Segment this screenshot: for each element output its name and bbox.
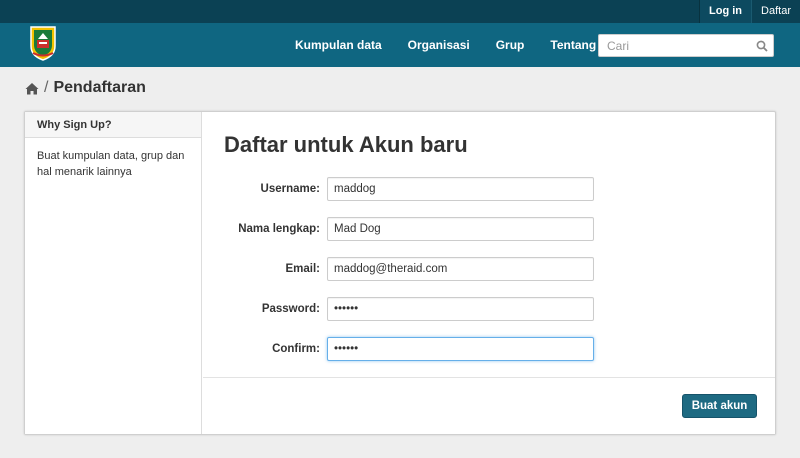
confirm-label: Confirm: xyxy=(272,343,320,355)
fullname-label: Nama lengkap: xyxy=(238,223,320,235)
nav-item-datasets[interactable]: Kumpulan data xyxy=(282,23,395,67)
register-link[interactable]: Daftar xyxy=(752,0,800,23)
sidebar: Why Sign Up? Buat kumpulan data, grup da… xyxy=(25,112,202,434)
search-input[interactable] xyxy=(599,35,749,56)
content-wrapper: Why Sign Up? Buat kumpulan data, grup da… xyxy=(24,111,776,435)
nav-item-organizations[interactable]: Organisasi xyxy=(395,23,483,67)
login-link[interactable]: Log in xyxy=(699,0,753,23)
signup-panel: Daftar untuk Akun baru Username: Nama le… xyxy=(203,112,775,434)
username-label: Username: xyxy=(260,183,320,195)
password-field[interactable] xyxy=(327,297,594,321)
password-row: Password: xyxy=(203,297,775,321)
username-row: Username: xyxy=(203,177,775,201)
form-actions: Buat akun xyxy=(203,377,775,434)
username-field[interactable] xyxy=(327,177,594,201)
account-bar: Log in Daftar xyxy=(0,0,800,23)
account-links: Log in Daftar xyxy=(699,0,800,23)
email-label: Email: xyxy=(285,263,320,275)
breadcrumb-current: Pendaftaran xyxy=(53,79,146,96)
email-field[interactable] xyxy=(327,257,594,281)
masthead: Kumpulan data Organisasi Grup Tentang xyxy=(0,23,800,67)
crest-logo-icon[interactable] xyxy=(28,24,58,62)
password-label: Password: xyxy=(261,303,320,315)
confirm-row: Confirm: xyxy=(203,337,775,361)
home-icon[interactable] xyxy=(25,82,39,95)
sidebar-heading: Why Sign Up? xyxy=(25,112,201,138)
breadcrumb-separator: / xyxy=(44,79,49,96)
sidebar-text: Buat kumpulan data, grup dan hal menarik… xyxy=(37,150,185,178)
confirm-password-field[interactable] xyxy=(327,337,594,361)
search-icon[interactable] xyxy=(756,40,768,52)
email-row: Email: xyxy=(203,257,775,281)
fullname-field[interactable] xyxy=(327,217,594,241)
create-account-button[interactable]: Buat akun xyxy=(682,394,757,418)
search-box xyxy=(598,34,774,57)
main-nav: Kumpulan data Organisasi Grup Tentang xyxy=(282,23,609,67)
fullname-row: Nama lengkap: xyxy=(203,217,775,241)
breadcrumb: / Pendaftaran xyxy=(25,79,146,97)
page-title: Daftar untuk Akun baru xyxy=(224,132,468,157)
nav-item-groups[interactable]: Grup xyxy=(483,23,538,67)
